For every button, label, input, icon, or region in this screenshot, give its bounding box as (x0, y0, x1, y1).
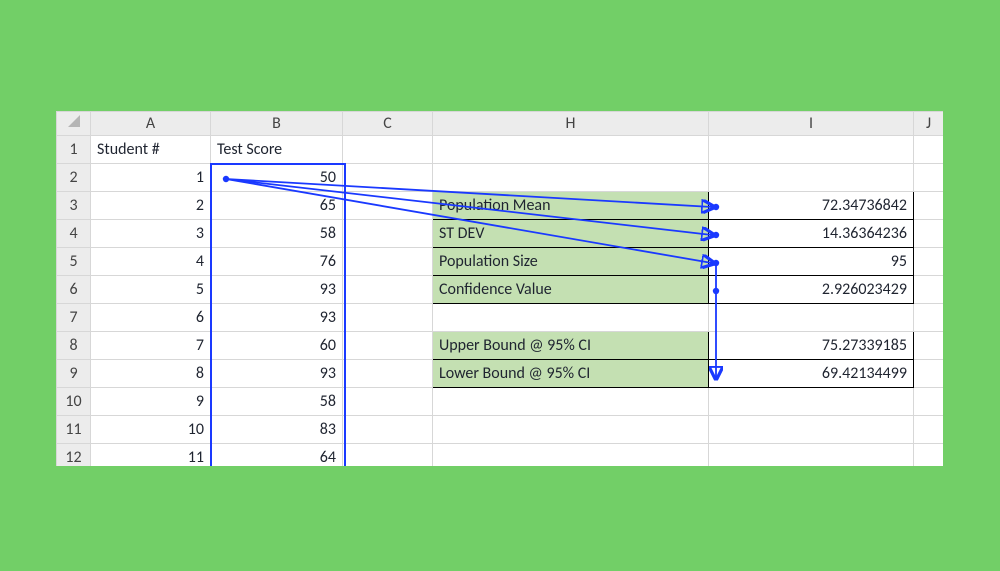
col-header-B[interactable]: B (211, 112, 343, 136)
cell-A4-student[interactable]: 3 (91, 220, 211, 248)
cell-B12-score[interactable]: 64 (211, 444, 343, 467)
cell-C5[interactable] (343, 248, 433, 276)
cell-H9-label-lower-bound[interactable]: Lower Bound @ 95% CI (433, 360, 709, 388)
spreadsheet[interactable]: A B C H I J 1 Student # Test Score (56, 111, 943, 466)
cell-J12[interactable] (914, 444, 944, 467)
cell-I1[interactable] (709, 136, 914, 164)
cell-J2[interactable] (914, 164, 944, 192)
cell-C8[interactable] (343, 332, 433, 360)
cell-H6-label-confidence-value[interactable]: Confidence Value (433, 276, 709, 304)
cell-C1[interactable] (343, 136, 433, 164)
cell-A3-student[interactable]: 2 (91, 192, 211, 220)
cell-I5-value-population-size[interactable]: 95 (709, 248, 914, 276)
cell-H5-label-population-size[interactable]: Population Size (433, 248, 709, 276)
cell-B4-score[interactable]: 58 (211, 220, 343, 248)
col-header-J[interactable]: J (914, 112, 944, 136)
cell-I6-value-confidence-value[interactable]: 2.926023429 (709, 276, 914, 304)
cell-I11[interactable] (709, 416, 914, 444)
cell-H7[interactable] (433, 304, 709, 332)
cell-J9[interactable] (914, 360, 944, 388)
grid[interactable]: A B C H I J 1 Student # Test Score (56, 111, 943, 466)
row-header[interactable]: 11 (57, 416, 91, 444)
cell-A10-student[interactable]: 9 (91, 388, 211, 416)
row-header[interactable]: 7 (57, 304, 91, 332)
cell-A7-student[interactable]: 6 (91, 304, 211, 332)
row-header[interactable]: 10 (57, 388, 91, 416)
cell-C10[interactable] (343, 388, 433, 416)
cell-I8-value-upper-bound[interactable]: 75.27339185 (709, 332, 914, 360)
cell-J6[interactable] (914, 276, 944, 304)
stage: A B C H I J 1 Student # Test Score (0, 0, 1000, 571)
cell-J11[interactable] (914, 416, 944, 444)
cell-B11-score[interactable]: 83 (211, 416, 343, 444)
cell-B8-score[interactable]: 60 (211, 332, 343, 360)
cell-A2-student[interactable]: 1 (91, 164, 211, 192)
cell-H10[interactable] (433, 388, 709, 416)
row-header[interactable]: 3 (57, 192, 91, 220)
cell-I12[interactable] (709, 444, 914, 467)
cell-I9-value-lower-bound[interactable]: 69.42134499 (709, 360, 914, 388)
select-all-corner[interactable] (57, 112, 91, 136)
cell-B6-score[interactable]: 93 (211, 276, 343, 304)
cell-I10[interactable] (709, 388, 914, 416)
cell-C2[interactable] (343, 164, 433, 192)
row-header[interactable]: 8 (57, 332, 91, 360)
row-header[interactable]: 9 (57, 360, 91, 388)
col-header-C[interactable]: C (343, 112, 433, 136)
cell-B10-score[interactable]: 58 (211, 388, 343, 416)
cell-H2[interactable] (433, 164, 709, 192)
cell-A12-student[interactable]: 11 (91, 444, 211, 467)
cell-A5-student[interactable]: 4 (91, 248, 211, 276)
cell-A6-student[interactable]: 5 (91, 276, 211, 304)
cell-C3[interactable] (343, 192, 433, 220)
row-header[interactable]: 2 (57, 164, 91, 192)
cell-I2[interactable] (709, 164, 914, 192)
cell-A1-header-student[interactable]: Student # (91, 136, 211, 164)
cell-B5-score[interactable]: 76 (211, 248, 343, 276)
cell-B7-score[interactable]: 93 (211, 304, 343, 332)
cell-B9-score[interactable]: 93 (211, 360, 343, 388)
cell-J1[interactable] (914, 136, 944, 164)
cell-B2-score[interactable]: 50 (211, 164, 343, 192)
row-header[interactable]: 4 (57, 220, 91, 248)
cell-B1-header-score[interactable]: Test Score (211, 136, 343, 164)
cell-J3[interactable] (914, 192, 944, 220)
col-header-A[interactable]: A (91, 112, 211, 136)
cell-I3-value-population-mean[interactable]: 72.34736842 (709, 192, 914, 220)
cell-J7[interactable] (914, 304, 944, 332)
cell-B3-score[interactable]: 65 (211, 192, 343, 220)
cell-A11-student[interactable]: 10 (91, 416, 211, 444)
cell-A9-student[interactable]: 8 (91, 360, 211, 388)
row-header[interactable]: 6 (57, 276, 91, 304)
cell-H4-label-stdev[interactable]: ST DEV (433, 220, 709, 248)
cell-C7[interactable] (343, 304, 433, 332)
cell-J8[interactable] (914, 332, 944, 360)
cell-J4[interactable] (914, 220, 944, 248)
cell-C6[interactable] (343, 276, 433, 304)
cell-H3-label-population-mean[interactable]: Population Mean (433, 192, 709, 220)
cell-H12[interactable] (433, 444, 709, 467)
cell-J5[interactable] (914, 248, 944, 276)
cell-I7[interactable] (709, 304, 914, 332)
cell-H11[interactable] (433, 416, 709, 444)
col-header-H[interactable]: H (433, 112, 709, 136)
cell-C11[interactable] (343, 416, 433, 444)
cell-H1[interactable] (433, 136, 709, 164)
row-header[interactable]: 1 (57, 136, 91, 164)
cell-H8-label-upper-bound[interactable]: Upper Bound @ 95% CI (433, 332, 709, 360)
row-header[interactable]: 12 (57, 444, 91, 467)
cell-J10[interactable] (914, 388, 944, 416)
row-header[interactable]: 5 (57, 248, 91, 276)
cell-I4-value-stdev[interactable]: 14.36364236 (709, 220, 914, 248)
cell-A8-student[interactable]: 7 (91, 332, 211, 360)
cell-C12[interactable] (343, 444, 433, 467)
cell-C4[interactable] (343, 220, 433, 248)
cell-C9[interactable] (343, 360, 433, 388)
col-header-I[interactable]: I (709, 112, 914, 136)
